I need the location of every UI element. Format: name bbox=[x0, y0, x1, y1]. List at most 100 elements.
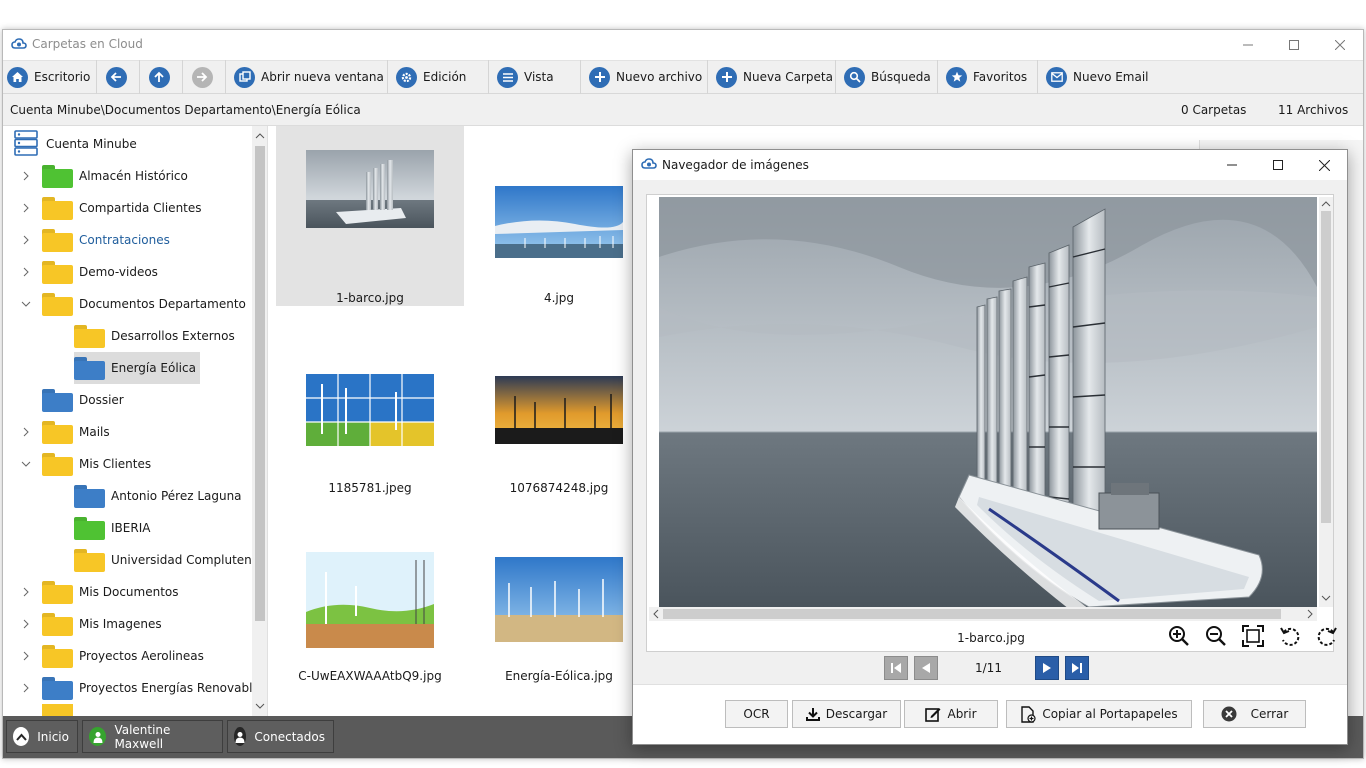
horizontal-scrollbar[interactable] bbox=[649, 607, 1317, 621]
copy-file-icon bbox=[1020, 705, 1036, 723]
file-name: 1185781.jpeg bbox=[328, 481, 412, 495]
up-button[interactable] bbox=[140, 60, 183, 94]
chevron-right-icon[interactable] bbox=[21, 651, 31, 661]
tree-item[interactable]: Energía Eólica bbox=[74, 352, 200, 384]
connected-button[interactable]: Conectados bbox=[227, 720, 334, 753]
folder-icon bbox=[42, 452, 73, 476]
files-count: 11 Archivos bbox=[1278, 103, 1349, 117]
ocr-button[interactable]: OCR bbox=[725, 700, 788, 728]
fit-screen-icon[interactable] bbox=[1234, 623, 1271, 649]
chevron-right-icon[interactable] bbox=[21, 587, 31, 597]
new-folder-button[interactable]: Nueva Carpeta bbox=[708, 60, 836, 94]
file-tile[interactable]: 4.jpg bbox=[465, 126, 653, 306]
new-email-button[interactable]: Nuevo Email bbox=[1038, 60, 1150, 94]
horizontal-scroll-thumb[interactable] bbox=[663, 609, 1281, 619]
tree-item[interactable]: Demo-videos bbox=[42, 256, 158, 288]
back-button[interactable] bbox=[97, 60, 140, 94]
new-window-button[interactable]: Abrir nueva ventana bbox=[226, 60, 388, 94]
tree-item-label: Universidad Complutense bbox=[111, 553, 266, 567]
tree-item[interactable]: Proyectos Aerolineas bbox=[42, 640, 204, 672]
tree-scroll-thumb[interactable] bbox=[255, 146, 265, 621]
file-tile[interactable]: 1185781.jpeg bbox=[276, 351, 464, 501]
arrow-left-icon bbox=[105, 66, 127, 88]
chevron-right-icon[interactable] bbox=[21, 619, 31, 629]
folder-icon bbox=[42, 420, 73, 444]
breadcrumb[interactable]: Cuenta Minube\Documentos Departamento\En… bbox=[10, 103, 361, 117]
tree-item[interactable]: Proyectos Energías Renovables bbox=[42, 672, 266, 704]
tree-item[interactable]: Compartida Clientes bbox=[42, 192, 202, 224]
tree-item[interactable]: Universidad Complutense bbox=[74, 544, 265, 576]
search-icon bbox=[844, 66, 865, 88]
close-icon[interactable] bbox=[1301, 150, 1347, 180]
maximize-icon[interactable] bbox=[1271, 30, 1317, 60]
scroll-down-icon[interactable] bbox=[1321, 594, 1331, 602]
view-button[interactable]: Vista bbox=[489, 60, 581, 94]
zoom-in-icon[interactable] bbox=[1160, 623, 1197, 649]
close-icon[interactable] bbox=[1317, 30, 1363, 60]
copy-clipboard-button[interactable]: Copiar al Portapapeles bbox=[1006, 700, 1192, 728]
new-file-button[interactable]: Nuevo archivo bbox=[581, 60, 708, 94]
open-button[interactable]: Abrir bbox=[904, 700, 998, 728]
tree-item[interactable]: Mis Documentos bbox=[42, 576, 179, 608]
tree-item[interactable]: Mis Clientes bbox=[42, 448, 151, 480]
ship-image[interactable] bbox=[659, 197, 1317, 609]
tree-root[interactable]: Cuenta Minube bbox=[14, 128, 137, 160]
file-tile[interactable]: Energía-Eólica.jpg bbox=[465, 536, 653, 686]
tree-item[interactable]: IBERIA bbox=[74, 512, 150, 544]
start-button[interactable]: Inicio bbox=[6, 720, 78, 753]
rotate-left-icon[interactable] bbox=[1271, 623, 1308, 649]
tree-scrollbar[interactable] bbox=[252, 126, 267, 716]
search-button[interactable]: Búsqueda bbox=[836, 60, 938, 94]
vertical-scrollbar[interactable] bbox=[1319, 197, 1333, 607]
edit-button[interactable]: Edición bbox=[388, 60, 489, 94]
favorites-button[interactable]: Favoritos bbox=[938, 60, 1038, 94]
tree-item[interactable]: Almacén Histórico bbox=[42, 160, 188, 192]
tree-item[interactable]: Documentos Departamento bbox=[42, 288, 246, 320]
scroll-up-icon[interactable] bbox=[1321, 200, 1331, 208]
tree-item[interactable]: Mis Imagenes bbox=[42, 608, 162, 640]
chevron-right-icon[interactable] bbox=[21, 235, 31, 245]
chevron-right-icon[interactable] bbox=[21, 427, 31, 437]
first-page-button[interactable] bbox=[884, 656, 908, 680]
new-email-label: Nuevo Email bbox=[1073, 70, 1149, 84]
file-tile[interactable]: 1076874248.jpg bbox=[465, 351, 653, 501]
tree-item[interactable]: Antonio Pérez Laguna bbox=[74, 480, 242, 512]
chevron-right-icon[interactable] bbox=[21, 683, 31, 693]
wind-field-thumbnail bbox=[495, 557, 623, 642]
chevron-down-icon[interactable] bbox=[21, 299, 31, 309]
minimize-icon[interactable] bbox=[1225, 30, 1271, 60]
scroll-down-icon[interactable] bbox=[255, 702, 265, 710]
ocr-label: OCR bbox=[743, 707, 770, 721]
close-button[interactable]: Cerrar bbox=[1203, 700, 1306, 728]
scroll-up-icon[interactable] bbox=[255, 132, 265, 140]
folder-icon bbox=[42, 196, 73, 220]
maximize-icon[interactable] bbox=[1255, 150, 1301, 180]
next-page-button[interactable] bbox=[1035, 656, 1059, 680]
last-page-button[interactable] bbox=[1065, 656, 1089, 680]
vertical-scroll-thumb[interactable] bbox=[1321, 211, 1331, 523]
chevron-right-icon[interactable] bbox=[21, 171, 31, 181]
tree-item[interactable]: Contrataciones bbox=[42, 224, 170, 256]
scroll-left-icon[interactable] bbox=[652, 609, 660, 619]
tree-item[interactable]: Mails bbox=[42, 416, 110, 448]
desktop-button[interactable]: Escritorio bbox=[3, 60, 97, 94]
zoom-out-icon[interactable] bbox=[1197, 623, 1234, 649]
user-button[interactable]: Valentine Maxwell bbox=[82, 720, 223, 753]
scroll-right-icon[interactable] bbox=[1306, 609, 1314, 619]
file-tile[interactable]: 1-barco.jpg bbox=[276, 126, 464, 306]
tree-item[interactable]: Dossier bbox=[42, 384, 124, 416]
minimize-icon[interactable] bbox=[1209, 150, 1255, 180]
download-button[interactable]: Descargar bbox=[792, 700, 901, 728]
folder-icon bbox=[74, 516, 105, 540]
previous-page-button[interactable] bbox=[914, 656, 938, 680]
tree-item[interactable]: Desarrollos Externos bbox=[74, 320, 235, 352]
file-tile[interactable]: C-UwEAXWAAAtbQ9.jpg bbox=[276, 536, 464, 686]
rotate-right-icon[interactable] bbox=[1308, 623, 1345, 649]
forward-button[interactable] bbox=[183, 60, 226, 94]
arrow-right-icon bbox=[191, 66, 213, 88]
file-name: C-UwEAXWAAAtbQ9.jpg bbox=[298, 669, 442, 683]
chevron-right-icon[interactable] bbox=[21, 203, 31, 213]
chevron-right-icon[interactable] bbox=[21, 267, 31, 277]
chevron-down-icon[interactable] bbox=[21, 459, 31, 469]
file-name: 1-barco.jpg bbox=[336, 291, 404, 305]
